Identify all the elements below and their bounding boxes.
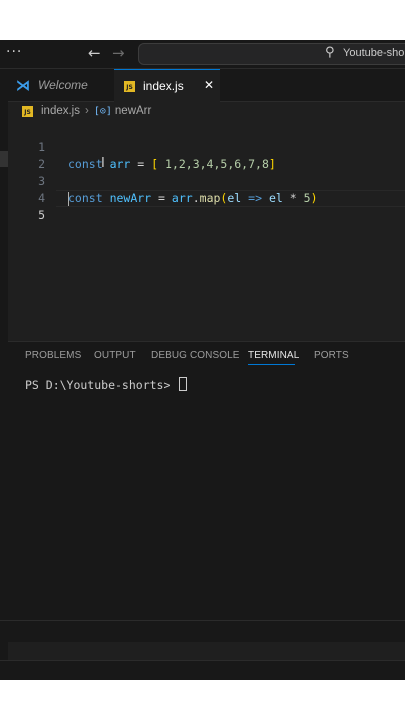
tab-terminal[interactable]: TERMINAL — [248, 350, 299, 361]
status-bar — [0, 660, 405, 680]
title-bar: ··· ← → ⚲ Youtube-shorts — [0, 40, 405, 69]
code-line: 1 const arr = [ 1,2,3,4,5,6,7,8] — [8, 122, 405, 171]
mouse-ibeam-cursor-icon: I — [101, 156, 105, 171]
js-file-icon: JS — [124, 80, 135, 92]
code-line: 3 const newArr = arr.map(el => el * 5) — [8, 156, 405, 205]
tab-label: Welcome — [38, 78, 88, 92]
bottom-panel: PROBLEMS OUTPUT DEBUG CONSOLE TERMINAL P… — [8, 341, 405, 642]
activity-indicator — [0, 151, 8, 167]
more-menu-icon[interactable]: ··· — [6, 44, 22, 60]
code-line: 2 — [8, 139, 405, 171]
tab-output[interactable]: OUTPUT — [94, 350, 136, 361]
forward-arrow-icon[interactable]: → — [112, 44, 125, 62]
text-caret — [68, 192, 69, 206]
bottom-margin — [0, 680, 405, 720]
tab-ports[interactable]: PORTS — [314, 350, 349, 361]
vscode-icon: ⋊ — [16, 76, 30, 93]
code-line-active: 5 — [8, 190, 405, 222]
panel-tabs: PROBLEMS OUTPUT DEBUG CONSOLE TERMINAL P… — [8, 342, 405, 370]
js-file-icon: JS — [22, 105, 33, 117]
tab-problems[interactable]: PROBLEMS — [25, 350, 81, 361]
command-center-search[interactable]: ⚲ Youtube-shorts — [138, 43, 405, 65]
top-margin — [0, 0, 405, 40]
tab-welcome[interactable]: ⋊ Welcome — [8, 69, 123, 101]
chevron-right-icon: › — [85, 105, 89, 117]
terminal-prompt-line[interactable]: PS D:\Youtube-shorts> — [25, 377, 188, 392]
vscode-window: ··· ← → ⚲ Youtube-shorts ⋊ Welcome JS in… — [0, 40, 405, 680]
search-text: Youtube-shorts — [343, 47, 405, 59]
terminal-cursor — [179, 377, 188, 391]
terminal-prompt: PS D:\Youtube-shorts> — [25, 378, 178, 392]
code-editor[interactable]: 1 const arr = [ 1,2,3,4,5,6,7,8] 2 3 con… — [8, 122, 405, 368]
search-icon: ⚲ — [325, 45, 335, 60]
panel-divider — [0, 620, 405, 621]
tab-debug-console[interactable]: DEBUG CONSOLE — [151, 350, 240, 361]
close-icon[interactable]: ✕ — [204, 78, 214, 92]
breadcrumb: JS index.js › [⊙] newArr — [22, 102, 151, 120]
activity-bar — [0, 69, 8, 669]
variable-icon: [⊙] — [93, 105, 112, 117]
tab-label: index.js — [143, 79, 184, 93]
code-line: 4 — [8, 173, 405, 205]
breadcrumb-file[interactable]: index.js — [41, 105, 80, 117]
editor-tabs: ⋊ Welcome JS index.js ✕ — [8, 69, 405, 102]
back-arrow-icon[interactable]: ← — [88, 44, 101, 62]
active-tab-underline — [248, 364, 295, 365]
line-number: 5 — [38, 208, 45, 222]
breadcrumb-symbol[interactable]: newArr — [115, 105, 151, 117]
tab-index-js[interactable]: JS index.js ✕ — [114, 69, 220, 102]
